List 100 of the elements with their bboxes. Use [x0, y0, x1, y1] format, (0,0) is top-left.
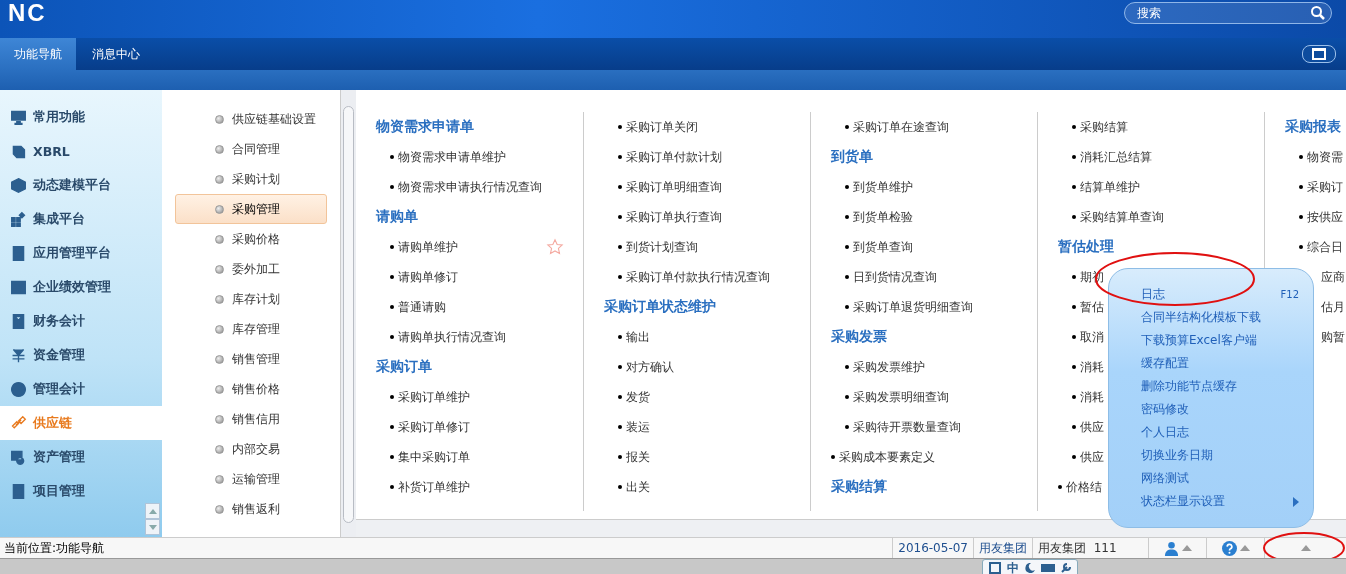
function-link[interactable]: 输出 [618, 328, 650, 346]
nav-item[interactable]: 资产管理 [0, 440, 162, 474]
function-link[interactable]: 到货单维护 [845, 178, 913, 196]
menu-item[interactable]: 切换业务日期 [1141, 444, 1299, 467]
function-link[interactable]: 物资需求申请执行情况查询 [390, 178, 542, 196]
function-link[interactable]: 消耗汇总结算 [1072, 148, 1152, 166]
nav-item[interactable]: 管理会计 [0, 372, 162, 406]
menu-item[interactable]: 个人日志 [1141, 421, 1299, 444]
moon-icon[interactable] [1025, 563, 1035, 573]
function-link[interactable]: 到货单查询 [845, 238, 913, 256]
function-link[interactable]: 采购订单关闭 [618, 118, 698, 136]
wrench-icon[interactable] [1061, 563, 1071, 573]
restore-button[interactable] [1302, 45, 1336, 63]
function-link[interactable]: 采购成本要素定义 [831, 448, 935, 466]
menu-item[interactable]: 缓存配置 [1141, 352, 1299, 375]
function-link[interactable]: 装运 [618, 418, 650, 436]
menu-item[interactable]: 合同半结构化模板下载 [1141, 306, 1299, 329]
nav-item[interactable]: 集成平台 [0, 202, 162, 236]
function-link[interactable]: 采购订单付款计划 [618, 148, 722, 166]
function-link[interactable]: 消耗 [1072, 388, 1104, 406]
function-link[interactable]: 普通请购 [390, 298, 446, 316]
menu-item[interactable]: 删除功能节点缓存 [1141, 375, 1299, 398]
function-link[interactable]: 采购发票维护 [845, 358, 925, 376]
function-link[interactable]: 应商 [1321, 268, 1345, 286]
tab[interactable]: 功能导航 [0, 38, 76, 70]
nav-item[interactable]: 常用功能 [0, 100, 162, 134]
subnav-item[interactable]: 库存管理 [175, 314, 327, 344]
subnav-item[interactable]: 运输管理 [175, 464, 327, 494]
subnav-item[interactable]: 内部交易 [175, 434, 327, 464]
function-link[interactable]: 采购待开票数量查询 [845, 418, 961, 436]
subnav-item[interactable]: 销售价格 [175, 374, 327, 404]
function-link[interactable]: 补货订单维护 [390, 478, 470, 496]
function-link[interactable]: 出关 [618, 478, 650, 496]
function-link[interactable]: 日到货情况查询 [845, 268, 937, 286]
nav-item[interactable]: 企业绩效管理 [0, 270, 162, 304]
menu-item[interactable]: 日志 F12 [1141, 283, 1299, 306]
star-icon[interactable] [546, 238, 564, 256]
function-link[interactable]: 报关 [618, 448, 650, 466]
nav-item[interactable]: 财务会计 [0, 304, 162, 338]
function-link[interactable]: 购暂 [1321, 328, 1345, 346]
nav-item[interactable]: 项目管理 [0, 474, 162, 508]
function-link[interactable]: 采购订单执行查询 [618, 208, 722, 226]
subnav-item[interactable]: 采购管理 [175, 194, 327, 224]
function-link[interactable]: 到货单检验 [845, 208, 913, 226]
function-link[interactable]: 采购订单维护 [390, 388, 470, 406]
function-link[interactable]: 综合日 [1299, 238, 1343, 256]
subnav-item[interactable]: 销售信用 [175, 404, 327, 434]
caret-icon [1239, 545, 1250, 551]
subnav-item[interactable]: 采购计划 [175, 164, 327, 194]
function-link[interactable]: 物资需求申请单维护 [390, 148, 506, 166]
module-icon [10, 346, 27, 364]
function-link[interactable]: 采购结算 [1072, 118, 1128, 136]
tab[interactable]: 消息中心 [76, 38, 156, 70]
search-field[interactable]: 搜索 [1124, 2, 1332, 24]
function-link[interactable]: 请购单修订 [390, 268, 458, 286]
function-link[interactable]: 采购订单退货明细查询 [845, 298, 973, 316]
group-heading: 采购报表 [1285, 118, 1341, 136]
function-link[interactable]: 发货 [618, 388, 650, 406]
menu-item[interactable]: 网络测试 [1141, 467, 1299, 490]
function-link[interactable]: 供应 [1072, 418, 1104, 436]
nav-item[interactable]: 资金管理 [0, 338, 162, 372]
subnav-item[interactable]: 采购价格 [175, 224, 327, 254]
subnav-item[interactable]: 销售返利 [175, 494, 327, 524]
function-link[interactable]: 按供应 [1299, 208, 1343, 226]
function-link[interactable]: 估月 [1321, 298, 1345, 316]
subnav-item[interactable]: 供应链基础设置 [175, 104, 327, 134]
nav-item[interactable]: XBRL [0, 134, 162, 168]
function-link[interactable]: 消耗 [1072, 358, 1104, 376]
function-link[interactable]: 结算单维护 [1072, 178, 1140, 196]
function-link[interactable]: 采购订单修订 [390, 418, 470, 436]
function-link[interactable]: 取消 [1072, 328, 1104, 346]
function-link[interactable]: 采购发票明细查询 [845, 388, 949, 406]
function-link[interactable]: 供应 [1072, 448, 1104, 466]
keyboard-icon[interactable] [1041, 563, 1055, 573]
window-icon[interactable] [989, 562, 1001, 574]
function-link[interactable]: 采购订单在途查询 [845, 118, 949, 136]
menu-item[interactable]: 密码修改 [1141, 398, 1299, 421]
subnav-item[interactable]: 销售管理 [175, 344, 327, 374]
function-link[interactable]: 暂估 [1072, 298, 1104, 316]
function-link[interactable]: 请购单维护 [390, 238, 458, 256]
function-link[interactable]: 价格结 [1058, 478, 1102, 496]
menu-item[interactable]: 下载预算Excel客户端 [1141, 329, 1299, 352]
function-link[interactable]: 物资需 [1299, 148, 1343, 166]
function-link[interactable]: 采购订单明细查询 [618, 178, 722, 196]
function-link[interactable]: 对方确认 [618, 358, 674, 376]
menu-item[interactable]: 状态栏显示设置 [1141, 490, 1299, 513]
scrollbar[interactable] [340, 90, 356, 537]
ime-mode-text[interactable]: 中 [1007, 559, 1019, 574]
function-link[interactable]: 到货计划查询 [618, 238, 698, 256]
function-link[interactable]: 集中采购订单 [390, 448, 470, 466]
function-link[interactable]: 采购订单付款执行情况查询 [618, 268, 770, 286]
subnav-item[interactable]: 合同管理 [175, 134, 327, 164]
subnav-item[interactable]: 委外加工 [175, 254, 327, 284]
search-icon[interactable] [1310, 5, 1326, 21]
nav-item[interactable]: 动态建模平台 [0, 168, 162, 202]
function-link[interactable]: 请购单执行情况查询 [390, 328, 506, 346]
function-link[interactable]: 采购结算单查询 [1072, 208, 1164, 226]
subnav-item[interactable]: 库存计划 [175, 284, 327, 314]
nav-item[interactable]: 应用管理平台 [0, 236, 162, 270]
function-link[interactable]: 采购订 [1299, 178, 1343, 196]
